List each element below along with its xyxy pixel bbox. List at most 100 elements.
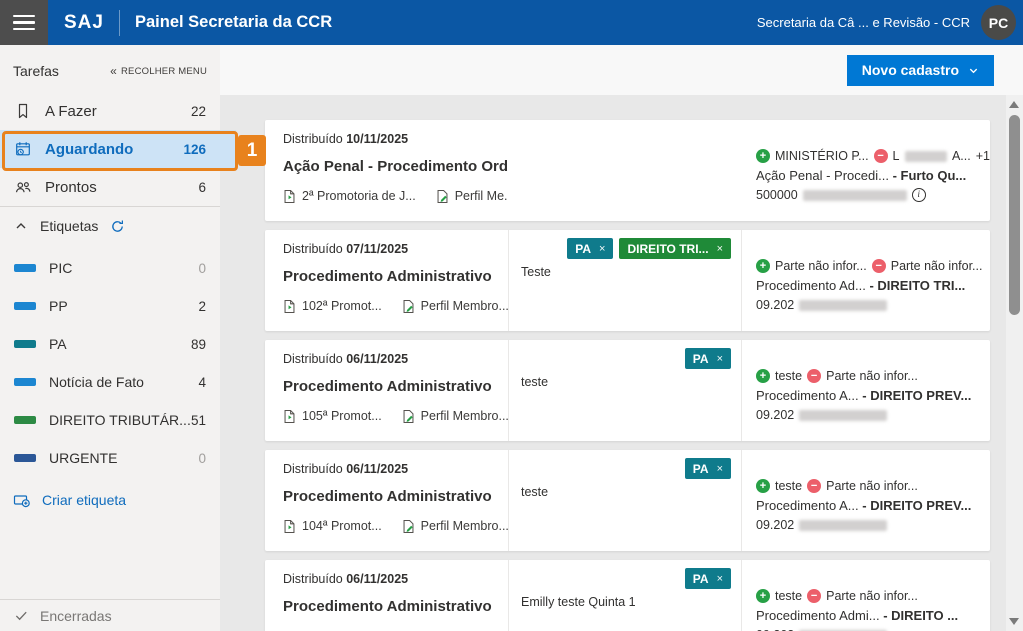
card-title: Procedimento Administrativo [283,598,508,615]
case-number-label: 09.202 [756,298,794,312]
novo-cadastro-button[interactable]: Novo cadastro [847,55,994,86]
scroll-down-arrow-icon[interactable] [1009,618,1019,625]
card-middle-column: PA × teste [508,450,742,551]
document-pen-icon [402,409,415,424]
plus-party-icon: + [756,589,770,603]
case-subject-label: - DIREITO PREV... [862,388,971,403]
parties-row: + Parte não infor... − Parte não infor..… [756,259,990,273]
case-subject-label: - Furto Qu... [893,168,967,183]
hamburger-menu-icon[interactable] [0,0,48,45]
distributed-date: Distribuído 06/11/2025 [283,462,508,476]
origin-link[interactable]: 2ª Promotoria de J... [283,189,416,204]
task-icon [14,140,32,158]
profile-label: Perfil Me... [455,189,508,203]
card-note: teste [521,485,731,499]
profile-link[interactable]: Perfil Me... [436,189,508,204]
card-note: Emilly teste Quinta 1 [521,595,731,609]
tag-direito-tri-[interactable]: DIREITO TRI...× [619,238,731,259]
parties-row: + MINISTÉRIO P... − L A... +1 [756,149,990,163]
distributed-date: Distribuído 07/11/2025 [283,242,508,256]
card-left-column: Distribuído 10/11/2025 Ação Penal - Proc… [265,120,508,221]
card-list-container: Distribuído 10/11/2025 Ação Penal - Proc… [220,95,1006,631]
chevrons-left-icon: « [110,64,117,78]
tag-close-icon[interactable]: × [717,243,723,255]
tag-pa[interactable]: PA× [685,348,731,369]
profile-link[interactable]: Perfil Membro... [402,409,508,424]
case-card[interactable]: Distribuído 10/11/2025 Ação Penal - Proc… [265,120,990,221]
task-list: A Fazer 22 Aguardando 126 Prontos 6 [0,92,220,206]
card-footer: 2ª Promotoria de J... Perfil Me... [283,188,508,204]
etiquetas-title: Etiquetas [40,218,98,234]
etiqueta-color-bar-icon [14,378,36,386]
sidebar-etiqueta-pp[interactable]: PP 2 [0,287,220,325]
scrollbar-thumb[interactable] [1009,115,1020,315]
case-card[interactable]: Distribuído 07/11/2025 Procedimento Admi… [265,230,990,331]
sidebar-item-prontos[interactable]: Prontos 6 [0,168,220,206]
sidebar-item-aguardando[interactable]: Aguardando 126 [0,130,220,168]
create-etiqueta-button[interactable]: Criar etiqueta [0,481,220,519]
case-number-row: 09.202 [756,518,990,532]
chevron-down-icon [968,65,979,76]
case-card[interactable]: Distribuído 06/11/2025 Procedimento Admi… [265,560,990,631]
tag-pa[interactable]: PA× [567,238,613,259]
card-right-column: + teste − Parte não infor... Procediment… [742,450,990,551]
sidebar-section-title: Tarefas [13,63,59,79]
case-number-label: 09.202 [756,408,794,422]
card-note: teste [521,375,731,389]
tag-list: PA× [521,348,731,369]
org-unit-label: Secretaria da Câ ... e Revisão - CCR [757,15,970,30]
sidebar-etiqueta-pic[interactable]: PIC 0 [0,249,220,287]
origin-link[interactable]: 105ª Promot... [283,409,382,424]
sidebar-etiqueta-not-cia-de-fato[interactable]: Notícia de Fato 4 [0,363,220,401]
etiqueta-count-badge: 4 [198,375,206,390]
minus-party-icon: − [872,259,886,273]
origin-link[interactable]: 104ª Promot... [283,519,382,534]
profile-link[interactable]: Perfil Membro... [402,519,508,534]
etiquetas-section-header[interactable]: Etiquetas [0,207,220,245]
etiqueta-color-bar-icon [14,340,36,348]
sidebar-etiqueta-urgente[interactable]: URGENTE 0 [0,439,220,477]
profile-link[interactable]: Perfil Membro... [402,299,508,314]
etiqueta-color-bar-icon [14,454,36,462]
case-number-label: 500000 [756,188,798,202]
etiqueta-count-badge: 0 [198,261,206,276]
case-card[interactable]: Distribuído 06/11/2025 Procedimento Admi… [265,450,990,551]
tag-close-icon[interactable]: × [717,573,723,585]
plus-party-label: MINISTÉRIO P... [775,149,869,163]
tag-pa[interactable]: PA× [685,568,731,589]
scrollbar[interactable] [1006,95,1023,631]
plus-party-label: Parte não infor... [775,259,867,273]
case-class-row: Procedimento Ad... - DIREITO TRI... [756,278,990,293]
task-icon [14,178,32,196]
origin-label: 2ª Promotoria de J... [302,189,416,203]
sidebar-item-a-fazer[interactable]: A Fazer 22 [0,92,220,130]
etiqueta-count-badge: 0 [198,451,206,466]
refresh-icon[interactable] [110,219,125,234]
info-icon[interactable]: i [912,188,926,202]
task-icon [14,102,32,120]
minus-party-suffix: A... [952,149,971,163]
user-avatar[interactable]: PC [981,5,1016,40]
tag-close-icon[interactable]: × [717,353,723,365]
sidebar-etiqueta-direito-tribut-r-[interactable]: DIREITO TRIBUTÁR... 51 [0,401,220,439]
main-area: Novo cadastro Distribuído 10/11/2025 Açã… [220,45,1023,631]
tag-label: PA [693,462,709,476]
case-subject-label: - DIREITO ... [883,608,958,623]
collapse-menu-button[interactable]: « RECOLHER MENU [110,64,207,78]
case-card[interactable]: Distribuído 06/11/2025 Procedimento Admi… [265,340,990,441]
origin-link[interactable]: 102ª Promot... [283,299,382,314]
case-class-label: Procedimento A... [756,388,859,403]
case-number-label: 09.202 [756,518,794,532]
document-forward-icon [283,299,296,314]
etiqueta-label: Notícia de Fato [49,374,144,390]
sidebar-etiqueta-pa[interactable]: PA 89 [0,325,220,363]
tag-close-icon[interactable]: × [717,463,723,475]
collapse-menu-label: RECOLHER MENU [121,66,207,77]
scroll-up-arrow-icon[interactable] [1009,101,1019,108]
minus-party-icon: − [874,149,888,163]
tag-pa[interactable]: PA × [685,458,731,479]
case-class-row: Procedimento A... - DIREITO PREV... [756,388,990,403]
tag-close-icon[interactable]: × [599,243,605,255]
encerradas-toggle[interactable]: Encerradas [0,599,220,631]
card-right-column: + MINISTÉRIO P... − L A... +1 Ação Penal… [742,120,990,221]
